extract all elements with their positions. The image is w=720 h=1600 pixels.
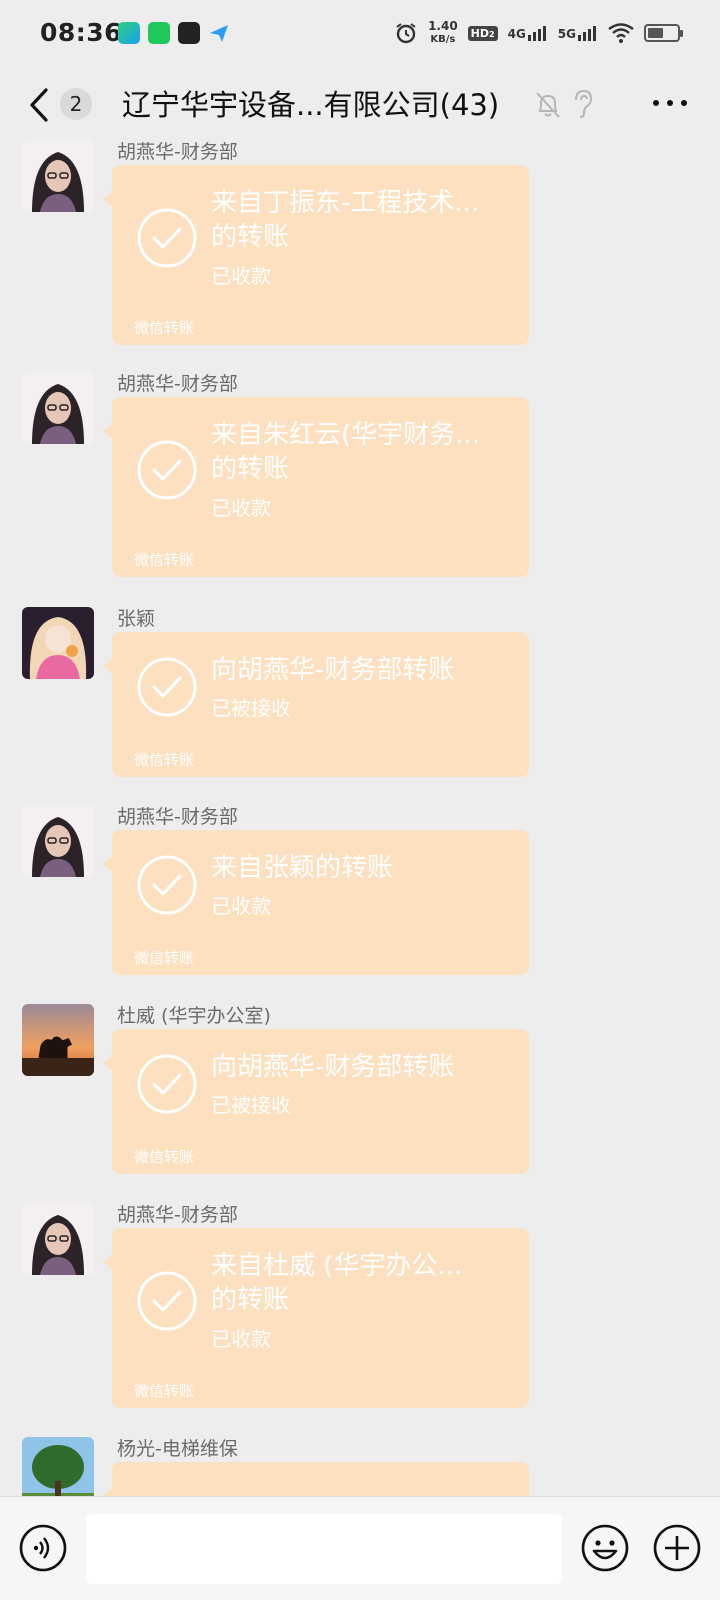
transfer-title: 来自丁振东-工程技术... 的转账: [211, 186, 511, 254]
transfer-title: 来自杜威 (华宇办公... 的转账: [211, 1249, 511, 1317]
avatar[interactable]: [22, 1203, 94, 1275]
transfer-title-line1: 向胡燕华-财务部转账: [211, 655, 455, 685]
transfer-status: 已收款: [211, 894, 271, 918]
tree-avatar: [22, 1437, 94, 1496]
transfer-title: 向胡燕华-财务部转账: [211, 1050, 511, 1084]
woman-glasses-avatar: [22, 372, 94, 444]
transfer-title-line1: 来自张颖的转账: [211, 853, 394, 883]
network-speed: 1.40 KB/s: [428, 20, 458, 46]
check-circle-icon: [137, 657, 197, 717]
hd-sub: 2: [489, 29, 495, 39]
signal-4g: 4G: [508, 25, 548, 41]
sender-name: 胡燕华-财务部: [117, 141, 238, 163]
transfer-title-line2: 的转账: [211, 454, 290, 484]
check-circle-icon: [137, 440, 197, 500]
sender-name: 张颖: [117, 608, 156, 630]
transfer-footer: 微信转账: [134, 551, 195, 569]
avatar[interactable]: [22, 372, 94, 444]
signal-5g-label: 5G: [557, 27, 576, 41]
transfer-title: 来自朱红云(华宇财务... 的转账: [211, 418, 511, 486]
transfer-footer: 微信转账: [134, 1148, 195, 1166]
voice-input-icon[interactable]: [18, 1523, 68, 1573]
hd-badge: HD2: [467, 25, 498, 41]
plus-icon[interactable]: [652, 1523, 702, 1573]
transfer-title-line1: 来自丁振东-工程技术...: [211, 188, 480, 218]
status-indicators: 1.40 KB/s HD2 4G 5G: [394, 20, 683, 46]
check-circle-icon: [137, 1271, 197, 1331]
message-input[interactable]: [86, 1514, 562, 1584]
signal-5g: 5G: [558, 25, 598, 41]
transfer-bubble[interactable]: 来自杜威 (华宇办公... 的转账 已收款 微信转账: [103, 1228, 529, 1408]
sender-name: 胡燕华-财务部: [117, 806, 238, 828]
transfer-footer: 微信转账: [134, 319, 195, 337]
emoji-icon[interactable]: [580, 1523, 630, 1573]
transfer-bubble[interactable]: 来自张颖的转账 已收款 微信转账: [103, 830, 529, 975]
avatar[interactable]: [22, 607, 94, 679]
battery-icon: [644, 24, 683, 42]
chat-title[interactable]: 辽宁华宇设备...有限公司(43): [122, 82, 499, 124]
earpiece-icon: [575, 89, 593, 118]
status-app-icons: [118, 22, 230, 44]
transfer-title: 来自张颖的转账: [211, 851, 511, 885]
transfer-bubble[interactable]: 来自丁振东-工程技术... 的转账 已收款 微信转账: [103, 165, 529, 345]
speed-value: 1.40: [428, 19, 458, 33]
transfer-title-line1: 来自朱红云(华宇财务...: [211, 420, 480, 450]
battery-fill: [648, 28, 663, 38]
hd-label: HD: [470, 26, 490, 40]
send-app-icon: [208, 22, 230, 44]
transfer-status: 已收款: [211, 264, 271, 288]
signal-bars-icon: [527, 26, 546, 41]
transfer-title-line1: 来自杜威 (华宇办公...: [211, 1251, 463, 1281]
transfer-title-line1: 向胡燕华-财务部转账: [211, 1052, 455, 1082]
message-list[interactable]: 胡燕华-财务部 来自丁振东-工程技术... 的转账 已收款 微信转账 胡燕华-财…: [0, 140, 720, 1496]
video-app-icon: [118, 22, 140, 44]
avatar[interactable]: [22, 805, 94, 877]
sender-name: 杨光-电梯维保: [117, 1438, 238, 1460]
transfer-footer: 微信转账: [134, 1382, 195, 1400]
status-time: 08:36: [40, 18, 123, 47]
status-bar: 08:36 1.40 KB/s HD2 4G 5G: [0, 0, 720, 70]
unread-count-badge[interactable]: 2: [60, 88, 92, 120]
transfer-bubble[interactable]: 向胡燕华-财务部转账 已被接收 微信转账: [103, 1029, 529, 1174]
transfer-bubble[interactable]: 向胡燕华-财务部转账 已被接收 微信转账: [103, 632, 529, 777]
check-circle-icon: [137, 1054, 197, 1114]
transfer-title-line2: 的转账: [211, 222, 290, 252]
sender-name: 胡燕华-财务部: [117, 1204, 238, 1226]
signal-bars-icon: [578, 26, 596, 41]
signal-4g-label: 4G: [507, 27, 526, 41]
back-icon[interactable]: [24, 84, 60, 126]
news-app-icon: [178, 22, 200, 44]
alarm-icon: [396, 23, 416, 44]
sender-name: 杜威 (华宇办公室): [117, 1005, 271, 1027]
transfer-bubble[interactable]: 来自朱红云(华宇财务... 的转账 已收款 微信转账: [103, 397, 529, 577]
speed-unit: KB/s: [430, 34, 456, 45]
input-bar: [0, 1496, 720, 1600]
woman-glasses-avatar: [22, 805, 94, 877]
wifi-icon: [608, 23, 634, 43]
woman-glasses-avatar: [22, 1203, 94, 1275]
transfer-footer: 微信转账: [134, 949, 195, 967]
transfer-status: 已收款: [211, 496, 271, 520]
check-circle-icon: [137, 855, 197, 915]
transfer-bubble[interactable]: [103, 1462, 529, 1496]
anime-girl-avatar: [22, 607, 94, 679]
desert-camel-avatar: [22, 1004, 94, 1076]
more-options-icon[interactable]: [650, 88, 690, 118]
transfer-status: 已收款: [211, 1327, 271, 1351]
transfer-title: 向胡燕华-财务部转账: [211, 653, 511, 687]
transfer-status: 已被接收: [211, 1093, 291, 1117]
avatar[interactable]: [22, 140, 94, 212]
avatar[interactable]: [22, 1437, 94, 1496]
avatar[interactable]: [22, 1004, 94, 1076]
check-circle-icon: [137, 208, 197, 268]
transfer-status: 已被接收: [211, 696, 291, 720]
transfer-footer: 微信转账: [134, 751, 195, 769]
woman-glasses-avatar: [22, 140, 94, 212]
sender-name: 胡燕华-财务部: [117, 373, 238, 395]
chat-header: 2 辽宁华宇设备...有限公司(43): [0, 70, 720, 140]
mute-bell-icon: [536, 92, 560, 118]
iqiyi-app-icon: [148, 22, 170, 44]
transfer-title-line2: 的转账: [211, 1285, 290, 1315]
